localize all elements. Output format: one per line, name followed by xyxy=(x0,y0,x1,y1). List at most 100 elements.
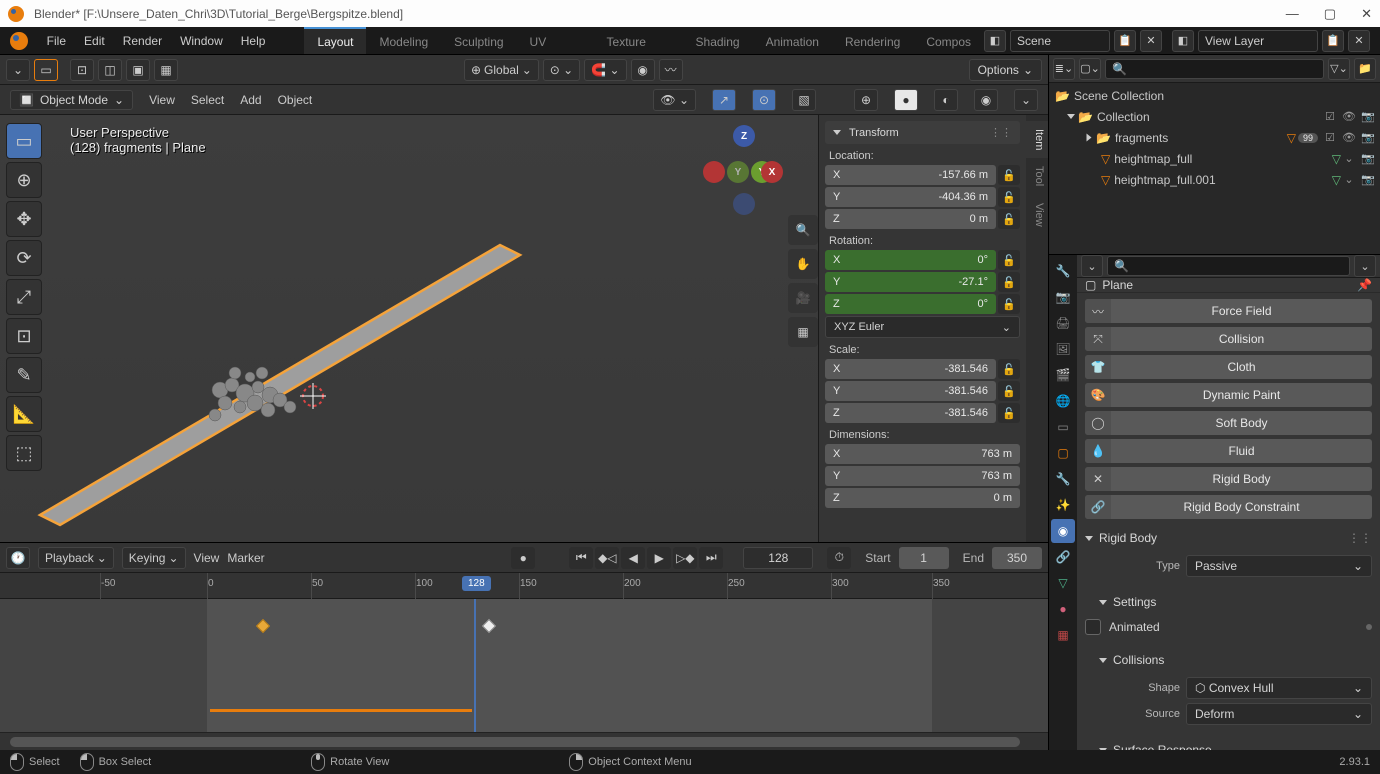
dim-y[interactable]: Y763 m xyxy=(825,466,1020,486)
gizmo-neg-z[interactable] xyxy=(733,193,755,215)
animated-checkbox[interactable] xyxy=(1085,619,1101,635)
n-tab-item[interactable]: Item xyxy=(1026,121,1048,158)
visibility-selector[interactable]: 👁 ⌄ xyxy=(653,89,696,111)
xray-toggle[interactable]: ▧ xyxy=(792,89,816,111)
menu-help[interactable]: Help xyxy=(232,27,275,55)
ws-tab-layout[interactable]: Layout xyxy=(304,27,366,54)
outliner-scene-collection[interactable]: 📂 Scene Collection xyxy=(1049,85,1380,106)
scale-tool[interactable]: ⤢ xyxy=(6,279,42,315)
timeline-marker-menu[interactable]: Marker xyxy=(227,544,264,572)
dim-z[interactable]: Z0 m xyxy=(825,488,1020,508)
start-frame-input[interactable]: 1 xyxy=(899,547,949,569)
timeline-canvas[interactable]: -50 0 50 100 150 200 250 300 350 128 xyxy=(0,573,1048,732)
outliner-search[interactable]: 🔍 xyxy=(1105,59,1324,79)
viewport-menu-select[interactable]: Select xyxy=(191,86,224,114)
mode-selector[interactable]: 🔲 Object Mode ⌄ xyxy=(10,90,133,110)
physics-collision[interactable]: ⤧Collision xyxy=(1085,327,1372,351)
lock-loc-z[interactable]: 🔓 xyxy=(998,209,1020,229)
prop-tab-render[interactable]: 📷 xyxy=(1051,285,1075,309)
lock-scale-x[interactable]: 🔓 xyxy=(998,359,1020,379)
prop-tab-particles[interactable]: ✨ xyxy=(1051,493,1075,517)
lock-loc-y[interactable]: 🔓 xyxy=(998,187,1020,207)
rotation-mode[interactable]: XYZ Euler⌄ xyxy=(825,316,1020,338)
perspective-toggle-icon[interactable]: ▦ xyxy=(788,317,818,347)
snap-vertex-icon[interactable]: ⊡ xyxy=(70,59,94,81)
rotation-y[interactable]: Y-27.1° xyxy=(825,272,996,292)
keyframe-dot-icon[interactable] xyxy=(1366,624,1372,630)
lock-scale-z[interactable]: 🔓 xyxy=(998,403,1020,423)
scale-y[interactable]: Y-381.546 xyxy=(825,381,996,401)
overlay-toggle[interactable]: ⊙ xyxy=(752,89,776,111)
timeline-scrollbar[interactable] xyxy=(0,732,1048,750)
cursor-tool[interactable]: ⊕ xyxy=(6,162,42,198)
viewlayer-browse-button[interactable]: ◧ xyxy=(1172,30,1194,52)
outliner-new-collection[interactable]: 📁 xyxy=(1354,58,1376,80)
scale-x[interactable]: X-381.546 xyxy=(825,359,996,379)
window-close-button[interactable]: ✕ xyxy=(1361,6,1372,22)
location-z[interactable]: Z0 m xyxy=(825,209,996,229)
annotate-tool[interactable]: ✎ xyxy=(6,357,42,393)
gizmo-x-axis[interactable]: X xyxy=(761,161,783,183)
lock-rot-y[interactable]: 🔓 xyxy=(998,272,1020,292)
end-frame-input[interactable]: 350 xyxy=(992,547,1042,569)
physics-cloth[interactable]: 👕Cloth xyxy=(1085,355,1372,379)
editor-type-selector[interactable]: ⌄ xyxy=(6,59,30,81)
prop-tab-world[interactable]: 🌐 xyxy=(1051,389,1075,413)
orientation-selector[interactable]: ⊕ Global ⌄ xyxy=(464,59,539,81)
shading-options[interactable]: ⌄ xyxy=(1014,89,1038,111)
zoom-icon[interactable]: 🔍 xyxy=(788,215,818,245)
keyframe-prev-button[interactable]: ◆◁ xyxy=(595,547,619,569)
window-minimize-button[interactable]: — xyxy=(1286,6,1299,22)
outliner-editor-type[interactable]: ≣⌄ xyxy=(1053,58,1075,80)
measure-tool[interactable]: 📐 xyxy=(6,396,42,432)
gizmo-neg-y[interactable]: Y xyxy=(727,161,749,183)
physics-forcefield[interactable]: 〰Force Field xyxy=(1085,299,1372,323)
viewlayer-name-field[interactable]: View Layer xyxy=(1198,30,1318,52)
options-button[interactable]: Options ⌄ xyxy=(969,59,1042,81)
camera-view-icon[interactable]: 🎥 xyxy=(788,283,818,313)
scene-name-field[interactable]: Scene xyxy=(1010,30,1110,52)
outliner-item-heightmap[interactable]: ▽ heightmap_full▽⌄📷 xyxy=(1049,148,1380,169)
prop-tab-texture[interactable]: ▦ xyxy=(1051,623,1075,647)
ws-tab-uv[interactable]: UV Editing xyxy=(517,27,594,54)
outliner-collection[interactable]: 📂 Collection☑👁📷 xyxy=(1049,106,1380,127)
location-y[interactable]: Y-404.36 m xyxy=(825,187,996,207)
n-tab-tool[interactable]: Tool xyxy=(1026,158,1048,194)
rigidbody-panel-header[interactable]: Rigid Body⋮⋮ xyxy=(1077,525,1380,551)
timer-icon[interactable]: ⏱ xyxy=(827,547,851,569)
rotation-z[interactable]: Z0° xyxy=(825,294,996,314)
playhead[interactable]: 128 xyxy=(462,576,491,591)
play-reverse-button[interactable]: ◀ xyxy=(621,547,645,569)
rotate-tool[interactable]: ⟳ xyxy=(6,240,42,276)
transform-tool[interactable]: ⊡ xyxy=(6,318,42,354)
ws-tab-sculpting[interactable]: Sculpting xyxy=(441,27,516,54)
proportional-falloff[interactable]: 〰 xyxy=(659,59,683,81)
lock-loc-x[interactable]: 🔓 xyxy=(998,165,1020,185)
rb-shape-select[interactable]: ⬡ Convex Hull⌄ xyxy=(1186,677,1372,699)
rotation-x[interactable]: X0° xyxy=(825,250,996,270)
play-button[interactable]: ▶ xyxy=(647,547,671,569)
prop-tab-object[interactable]: ▢ xyxy=(1051,441,1075,465)
timeline-keying-menu[interactable]: Keying ⌄ xyxy=(122,547,186,569)
snap-edge-icon[interactable]: ◫ xyxy=(98,59,122,81)
viewport-3d[interactable]: ▭ ⊕ ✥ ⟳ ⤢ ⊡ ✎ 📐 ⬚ User Perspective (128)… xyxy=(0,115,1048,542)
prop-tab-constraints[interactable]: 🔗 xyxy=(1051,545,1075,569)
prop-tab-collection[interactable]: ▭ xyxy=(1051,415,1075,439)
snap-face-icon[interactable]: ▣ xyxy=(126,59,150,81)
prop-tab-physics[interactable]: ◉ xyxy=(1051,519,1075,543)
menu-window[interactable]: Window xyxy=(171,27,232,55)
current-frame-display[interactable]: 128 xyxy=(743,547,813,569)
prop-tab-tool[interactable]: 🔧 xyxy=(1051,259,1075,283)
outliner-filter-button[interactable]: ▽⌄ xyxy=(1328,58,1350,80)
scene-browse-button[interactable]: ◧ xyxy=(984,30,1006,52)
shading-material[interactable]: ◐ xyxy=(934,89,958,111)
ws-tab-compositing[interactable]: Compos xyxy=(913,27,984,54)
pan-icon[interactable]: ✋ xyxy=(788,249,818,279)
viewport-menu-view[interactable]: View xyxy=(149,86,175,114)
prop-tab-viewlayer[interactable]: 🖼 xyxy=(1051,337,1075,361)
physics-rigidbody[interactable]: ✕Rigid Body xyxy=(1085,467,1372,491)
props-search[interactable]: 🔍 xyxy=(1107,256,1350,276)
lock-rot-x[interactable]: 🔓 xyxy=(998,250,1020,270)
props-editor-type[interactable]: ⌄ xyxy=(1081,255,1103,277)
timeline-view-menu[interactable]: View xyxy=(194,544,220,572)
